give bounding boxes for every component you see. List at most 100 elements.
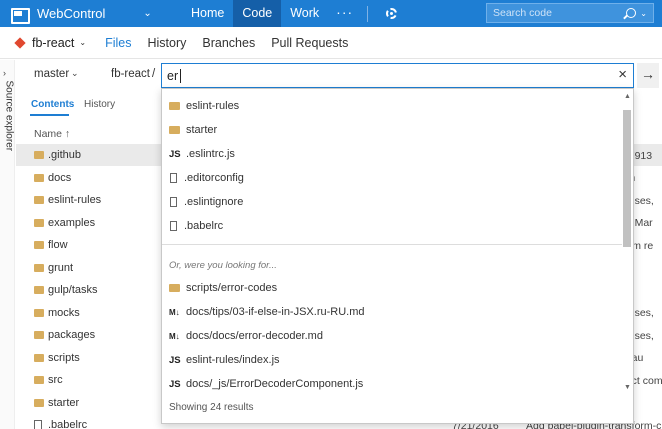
webcontrol-logo-icon bbox=[10, 6, 30, 24]
tree-item-label: grunt bbox=[48, 261, 74, 274]
suggestion-item[interactable]: JS .eslintrc.js bbox=[169, 142, 235, 166]
tree-item-label: mocks bbox=[48, 306, 80, 319]
tree-item[interactable]: gulp/tasks bbox=[16, 279, 176, 302]
suggestion-label: .editorconfig bbox=[184, 172, 244, 184]
repo-selector[interactable]: fb-react bbox=[32, 36, 74, 50]
name-column-header[interactable]: Name ↑ bbox=[34, 128, 70, 140]
tab-branches[interactable]: Branches bbox=[194, 27, 263, 59]
js-file-icon: JS bbox=[169, 354, 181, 366]
folder-icon bbox=[34, 173, 44, 182]
expand-arrow-icon[interactable]: › bbox=[3, 68, 6, 78]
tab-content-history[interactable]: History bbox=[84, 99, 115, 110]
suggestion-item[interactable]: JS docs/_js/ErrorDecoderComponent.js bbox=[169, 372, 363, 396]
nav-divider bbox=[367, 5, 369, 22]
code-search-input[interactable]: Search code ⌄ bbox=[486, 3, 654, 23]
folder-icon bbox=[34, 286, 44, 295]
path-separator: / bbox=[152, 68, 156, 80]
chevron-down-icon[interactable]: ⌄ bbox=[79, 38, 86, 47]
tree-item-label: src bbox=[48, 374, 63, 387]
folder-icon bbox=[34, 263, 44, 272]
folder-icon bbox=[34, 218, 44, 227]
tree-item-label: docs bbox=[48, 171, 72, 184]
tree-item-label: starter bbox=[48, 396, 80, 409]
brand-menu[interactable]: WebControl ⌄ bbox=[0, 0, 182, 27]
tree-item[interactable]: examples bbox=[16, 212, 176, 235]
tree-item[interactable]: scripts bbox=[16, 347, 176, 370]
folder-icon bbox=[34, 241, 44, 250]
main-nav: Home Code Work ··· bbox=[182, 0, 361, 27]
source-explorer-rail[interactable]: › Source explorer bbox=[0, 60, 15, 429]
tree-item-label: .github bbox=[48, 149, 82, 162]
suggestion-label: docs/tips/03-if-else-in-JSX.ru-RU.md bbox=[186, 306, 365, 318]
file-icon bbox=[170, 173, 177, 183]
source-explorer-label[interactable]: Source explorer bbox=[4, 81, 15, 171]
suggestion-item[interactable]: JS eslint-rules/index.js bbox=[169, 348, 280, 372]
folder-icon bbox=[34, 376, 44, 385]
repository-bar: fb-react ⌄ Files History Branches Pull R… bbox=[0, 27, 662, 59]
nav-code[interactable]: Code bbox=[233, 0, 282, 27]
tree-item[interactable]: mocks bbox=[16, 302, 176, 325]
tree-item[interactable]: .babelrc bbox=[16, 414, 176, 429]
tab-files[interactable]: Files bbox=[97, 27, 139, 59]
tree-item[interactable]: eslint-rules bbox=[16, 189, 176, 212]
active-tab-indicator bbox=[30, 114, 69, 116]
path-search-input[interactable]: er × bbox=[161, 63, 634, 88]
suggestion-item[interactable]: M↓ docs/docs/error-decoder.md bbox=[169, 324, 323, 348]
tab-pull-requests[interactable]: Pull Requests bbox=[263, 27, 356, 59]
tree-item-label: flow bbox=[48, 239, 68, 252]
gear-icon bbox=[385, 8, 397, 19]
tree-item[interactable]: packages bbox=[16, 324, 176, 347]
suggestion-item[interactable]: M↓ docs/tips/03-if-else-in-JSX.ru-RU.md bbox=[169, 300, 365, 324]
tree-item[interactable]: flow bbox=[16, 234, 176, 257]
tree-item-label: .babelrc bbox=[48, 419, 88, 429]
file-icon bbox=[170, 197, 177, 207]
search-icon[interactable] bbox=[626, 8, 637, 18]
suggestion-label: scripts/error-codes bbox=[186, 282, 278, 294]
scroll-up-icon[interactable]: ▲ bbox=[624, 93, 631, 100]
file-tree: .github docs eslint-rules examples flow … bbox=[16, 144, 176, 429]
suggestion-divider bbox=[162, 244, 622, 245]
nav-work[interactable]: Work bbox=[281, 0, 328, 27]
suggestion-label: eslint-rules bbox=[186, 100, 240, 112]
nav-home[interactable]: Home bbox=[182, 0, 233, 27]
go-arrow-button[interactable]: → bbox=[637, 63, 659, 88]
tree-item[interactable]: starter bbox=[16, 392, 176, 415]
suggestion-item[interactable]: .editorconfig bbox=[169, 166, 244, 190]
suggestion-item[interactable]: .babelrc bbox=[169, 214, 223, 238]
more-icon[interactable]: ··· bbox=[328, 0, 361, 27]
text-caret bbox=[180, 69, 181, 83]
chevron-down-icon[interactable]: ⌄ bbox=[71, 68, 79, 79]
suggestion-item[interactable]: scripts/error-codes bbox=[169, 276, 277, 300]
tree-item-label: examples bbox=[48, 216, 96, 229]
path-root[interactable]: fb-react bbox=[111, 68, 150, 80]
scroll-down-icon[interactable]: ▼ bbox=[624, 384, 631, 391]
path-input-value[interactable]: er bbox=[167, 69, 178, 83]
tree-item[interactable]: docs bbox=[16, 167, 176, 190]
suggestion-label: .babelrc bbox=[184, 220, 224, 232]
chevron-down-icon[interactable]: ⌄ bbox=[640, 9, 647, 18]
suggestion-label: docs/docs/error-decoder.md bbox=[186, 330, 323, 342]
suggestion-item[interactable]: .eslintignore bbox=[169, 190, 243, 214]
folder-icon bbox=[34, 398, 44, 407]
scrollbar-thumb[interactable] bbox=[623, 110, 631, 247]
branch-selector[interactable]: master bbox=[34, 68, 69, 80]
tree-item[interactable]: grunt bbox=[16, 257, 176, 280]
tree-item-label: gulp/tasks bbox=[48, 284, 98, 297]
tree-item[interactable]: src bbox=[16, 369, 176, 392]
tab-history[interactable]: History bbox=[140, 27, 195, 59]
tab-contents[interactable]: Contents bbox=[31, 99, 74, 110]
file-icon bbox=[170, 221, 177, 231]
folder-icon bbox=[34, 331, 44, 340]
top-navigation-bar: WebControl ⌄ Home Code Work ··· Search c… bbox=[0, 0, 662, 27]
search-placeholder: Search code bbox=[493, 7, 552, 19]
suggestion-item[interactable]: starter bbox=[169, 118, 217, 142]
file-icon bbox=[34, 420, 42, 429]
tree-item[interactable]: .github bbox=[16, 144, 176, 167]
js-file-icon: JS bbox=[169, 378, 181, 390]
suggestion-label: .eslintrc.js bbox=[186, 148, 235, 160]
settings-button[interactable] bbox=[378, 0, 404, 27]
clear-icon[interactable]: × bbox=[618, 67, 627, 83]
suggestion-item[interactable]: eslint-rules bbox=[169, 94, 239, 118]
dropdown-scrollbar[interactable]: ▲ ▼ bbox=[622, 93, 632, 391]
suggestion-label: eslint-rules/index.js bbox=[186, 354, 280, 366]
